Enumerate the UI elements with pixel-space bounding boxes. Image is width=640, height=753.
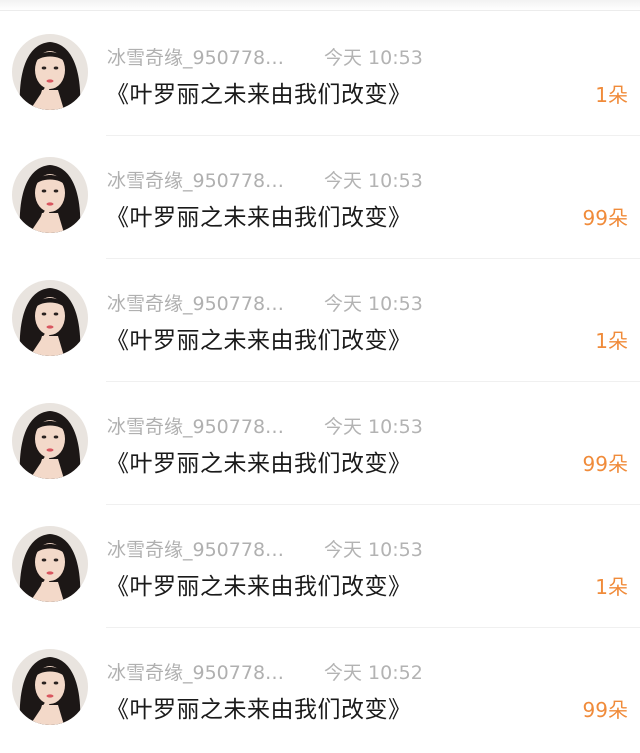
list-item[interactable]: 冰雪奇缘_950778… 今天 10:53 《叶罗丽之未来由我们改变》 1朵 [0,259,640,382]
flower-count: 99朵 [582,206,628,230]
gift-record-list: 冰雪奇缘_950778… 今天 10:53 《叶罗丽之未来由我们改变》 1朵 冰… [0,13,640,751]
list-item[interactable]: 冰雪奇缘_950778… 今天 10:52 《叶罗丽之未来由我们改变》 99朵 [0,628,640,751]
item-title[interactable]: 《叶罗丽之未来由我们改变》 [106,690,412,724]
timestamp: 今天 10:53 [324,415,423,438]
list-item[interactable]: 冰雪奇缘_950778… 今天 10:53 《叶罗丽之未来由我们改变》 99朵 [0,136,640,259]
flower-count: 1朵 [595,83,628,107]
item-meta: 冰雪奇缘_950778… 今天 10:53 [107,166,423,192]
item-title[interactable]: 《叶罗丽之未来由我们改变》 [106,75,412,109]
timestamp: 今天 10:53 [324,169,423,192]
flower-count: 1朵 [595,575,628,599]
avatar[interactable] [12,526,88,602]
list-item[interactable]: 冰雪奇缘_950778… 今天 10:53 《叶罗丽之未来由我们改变》 99朵 [0,382,640,505]
item-meta: 冰雪奇缘_950778… 今天 10:53 [107,289,423,315]
username[interactable]: 冰雪奇缘_950778… [107,412,312,439]
username[interactable]: 冰雪奇缘_950778… [107,535,312,562]
timestamp: 今天 10:53 [324,538,423,561]
flower-count: 1朵 [595,329,628,353]
list-item[interactable]: 冰雪奇缘_950778… 今天 10:53 《叶罗丽之未来由我们改变》 1朵 [0,13,640,136]
avatar[interactable] [12,403,88,479]
flower-count: 99朵 [582,452,628,476]
item-title[interactable]: 《叶罗丽之未来由我们改变》 [106,198,412,232]
timestamp: 今天 10:52 [324,661,423,684]
avatar[interactable] [12,34,88,110]
item-title[interactable]: 《叶罗丽之未来由我们改变》 [106,444,412,478]
item-title[interactable]: 《叶罗丽之未来由我们改变》 [106,321,412,355]
timestamp: 今天 10:53 [324,46,423,69]
timestamp: 今天 10:53 [324,292,423,315]
username[interactable]: 冰雪奇缘_950778… [107,43,312,70]
item-meta: 冰雪奇缘_950778… 今天 10:53 [107,43,423,69]
item-meta: 冰雪奇缘_950778… 今天 10:52 [107,658,423,684]
flower-count: 99朵 [582,698,628,722]
avatar[interactable] [12,157,88,233]
item-meta: 冰雪奇缘_950778… 今天 10:53 [107,535,423,561]
avatar[interactable] [12,280,88,356]
avatar[interactable] [12,649,88,725]
list-item[interactable]: 冰雪奇缘_950778… 今天 10:53 《叶罗丽之未来由我们改变》 1朵 [0,505,640,628]
item-title[interactable]: 《叶罗丽之未来由我们改变》 [106,567,412,601]
top-bar-edge [0,0,640,11]
item-meta: 冰雪奇缘_950778… 今天 10:53 [107,412,423,438]
username[interactable]: 冰雪奇缘_950778… [107,289,312,316]
username[interactable]: 冰雪奇缘_950778… [107,658,312,685]
username[interactable]: 冰雪奇缘_950778… [107,166,312,193]
